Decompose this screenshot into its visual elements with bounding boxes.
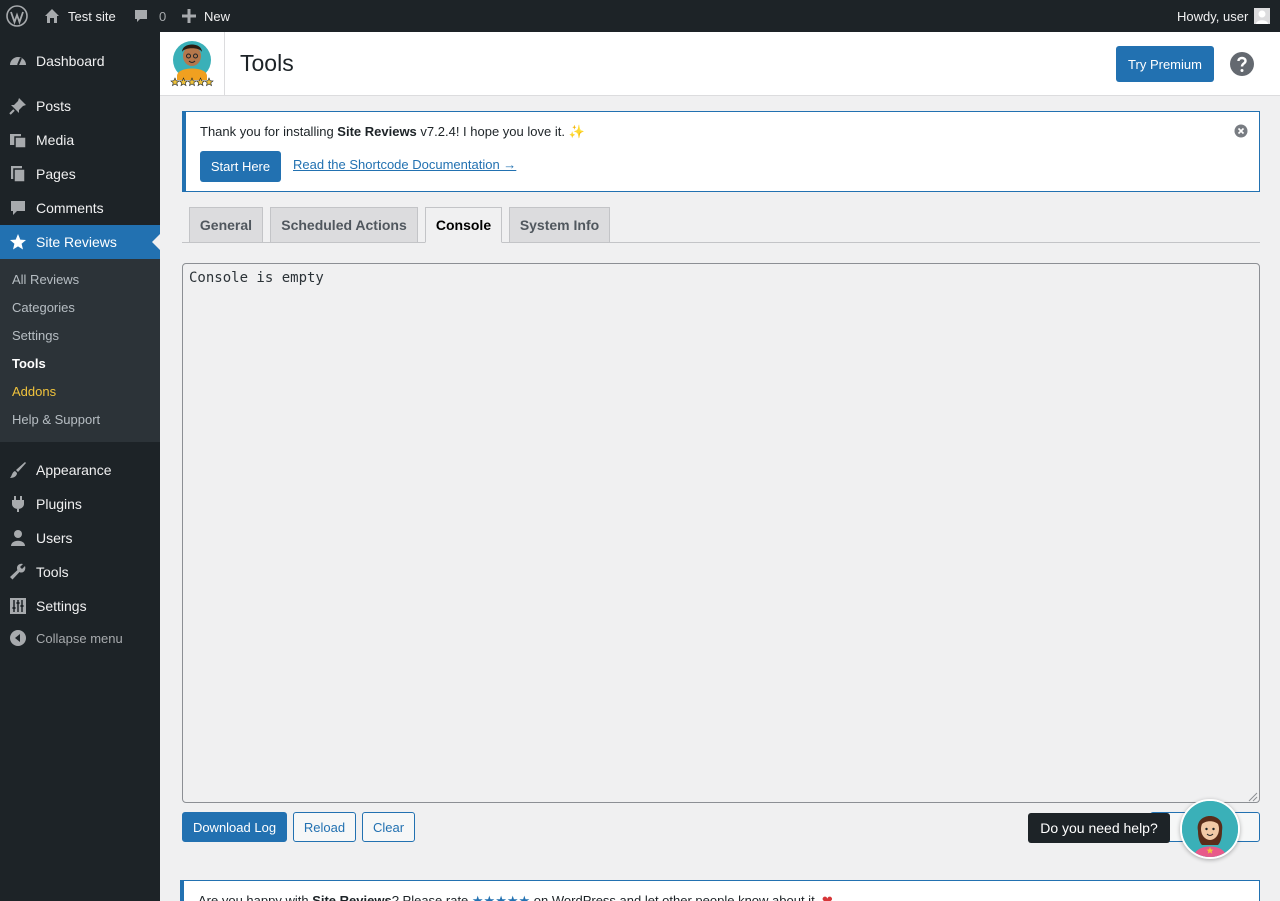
menu-plugins[interactable]: Plugins bbox=[0, 487, 160, 521]
site-name: Test site bbox=[68, 8, 116, 24]
collapse-icon bbox=[8, 628, 28, 648]
rating-text-middle: ? Please rate bbox=[391, 893, 472, 901]
plug-icon bbox=[8, 494, 28, 514]
welcome-notice: Thank you for installing Site Reviews v7… bbox=[182, 111, 1260, 192]
submenu-categories[interactable]: Categories bbox=[12, 297, 75, 317]
comment-icon bbox=[133, 8, 149, 24]
notice-message: Thank you for installing Site Reviews v7… bbox=[200, 124, 585, 140]
rating-text-before: Are you happy with bbox=[198, 893, 313, 901]
sparkle-icon: ✨ bbox=[568, 124, 585, 139]
admin-bar: Test site 0 New Howdy, user bbox=[0, 0, 1280, 32]
home-icon bbox=[44, 8, 60, 24]
menu-posts[interactable]: Posts bbox=[0, 89, 160, 123]
menu-users[interactable]: Users bbox=[0, 521, 160, 555]
rating-text-after: on WordPress and let other people know a… bbox=[530, 893, 822, 901]
submenu-addons[interactable]: Addons bbox=[12, 381, 56, 401]
support-avatar-icon[interactable] bbox=[1180, 799, 1240, 859]
brush-icon bbox=[8, 460, 28, 480]
new-content-link[interactable]: New bbox=[182, 0, 230, 32]
pin-icon bbox=[8, 96, 28, 116]
tab-general[interactable]: General bbox=[189, 207, 263, 243]
menu-media[interactable]: Media bbox=[0, 123, 160, 157]
menu-settings[interactable]: Settings bbox=[0, 589, 160, 623]
close-icon[interactable] bbox=[1234, 124, 1248, 138]
menu-comments[interactable]: Comments bbox=[0, 191, 160, 225]
site-reviews-logo bbox=[160, 32, 225, 95]
menu-dashboard[interactable]: Dashboard bbox=[0, 44, 160, 78]
submenu-all-reviews[interactable]: All Reviews bbox=[12, 269, 79, 289]
download-log-button[interactable]: Download Log bbox=[182, 812, 287, 842]
dashboard-icon bbox=[8, 51, 28, 71]
site-name-link[interactable]: Test site bbox=[44, 0, 116, 32]
resize-handle-icon[interactable] bbox=[1248, 790, 1258, 802]
wordpress-logo-icon[interactable] bbox=[6, 0, 28, 32]
admin-sidebar: Dashboard Posts Media Pages Comments Sit… bbox=[0, 32, 160, 901]
page-header: Tools Try Premium bbox=[160, 32, 1280, 96]
sliders-icon bbox=[8, 596, 28, 616]
menu-site-reviews[interactable]: Site Reviews bbox=[0, 225, 160, 259]
rating-message: Are you happy with Site Reviews? Please … bbox=[198, 893, 833, 901]
page-title: Tools bbox=[240, 50, 294, 76]
rating-stars-link[interactable]: ★★★★★ bbox=[472, 893, 530, 901]
star-icon bbox=[8, 232, 28, 252]
avatar bbox=[1254, 8, 1271, 24]
menu-appearance[interactable]: Appearance bbox=[0, 453, 160, 487]
comment-icon bbox=[8, 198, 28, 218]
comments-link[interactable]: 0 bbox=[133, 0, 166, 32]
submenu-settings[interactable]: Settings bbox=[12, 325, 59, 345]
heart-icon: ❤ bbox=[821, 893, 833, 901]
comments-count: 0 bbox=[159, 8, 167, 24]
tab-system-info[interactable]: System Info bbox=[509, 207, 610, 243]
notice-text-before: Thank you for installing bbox=[200, 124, 338, 139]
help-tooltip[interactable]: Do you need help? bbox=[1028, 813, 1170, 843]
notice-text-after: v7.2.4! I hope you love it. bbox=[416, 124, 569, 139]
submenu-help-support[interactable]: Help & Support bbox=[12, 409, 100, 429]
try-premium-button[interactable]: Try Premium bbox=[1116, 46, 1214, 82]
current-menu-arrow bbox=[152, 234, 160, 250]
rating-plugin-name: Site Reviews bbox=[312, 893, 392, 901]
account-menu[interactable]: Howdy, user bbox=[1177, 0, 1271, 32]
media-icon bbox=[8, 130, 28, 150]
help-icon[interactable] bbox=[1230, 52, 1254, 76]
site-reviews-submenu: All Reviews Categories Settings Tools Ad… bbox=[0, 259, 160, 442]
notice-plugin-name: Site Reviews bbox=[337, 124, 417, 139]
tab-scheduled-actions[interactable]: Scheduled Actions bbox=[270, 207, 418, 243]
new-label: New bbox=[204, 8, 231, 24]
plus-icon bbox=[182, 9, 196, 23]
greeting: Howdy, user bbox=[1177, 8, 1249, 24]
reload-button[interactable]: Reload bbox=[293, 812, 356, 842]
user-icon bbox=[8, 528, 28, 548]
menu-tools[interactable]: Tools bbox=[0, 555, 160, 589]
shortcode-documentation-link[interactable]: Read the Shortcode Documentation → bbox=[293, 157, 516, 172]
submenu-tools[interactable]: Tools bbox=[12, 353, 46, 373]
pages-icon bbox=[8, 164, 28, 184]
menu-pages[interactable]: Pages bbox=[0, 157, 160, 191]
clear-button[interactable]: Clear bbox=[362, 812, 415, 842]
wrench-icon bbox=[8, 562, 28, 582]
tab-console[interactable]: Console bbox=[425, 207, 502, 243]
start-here-button[interactable]: Start Here bbox=[200, 151, 281, 182]
rating-notice: Are you happy with Site Reviews? Please … bbox=[180, 880, 1260, 901]
console-textarea[interactable]: Console is empty bbox=[182, 263, 1260, 803]
collapse-menu-button[interactable]: Collapse menu bbox=[0, 621, 160, 655]
